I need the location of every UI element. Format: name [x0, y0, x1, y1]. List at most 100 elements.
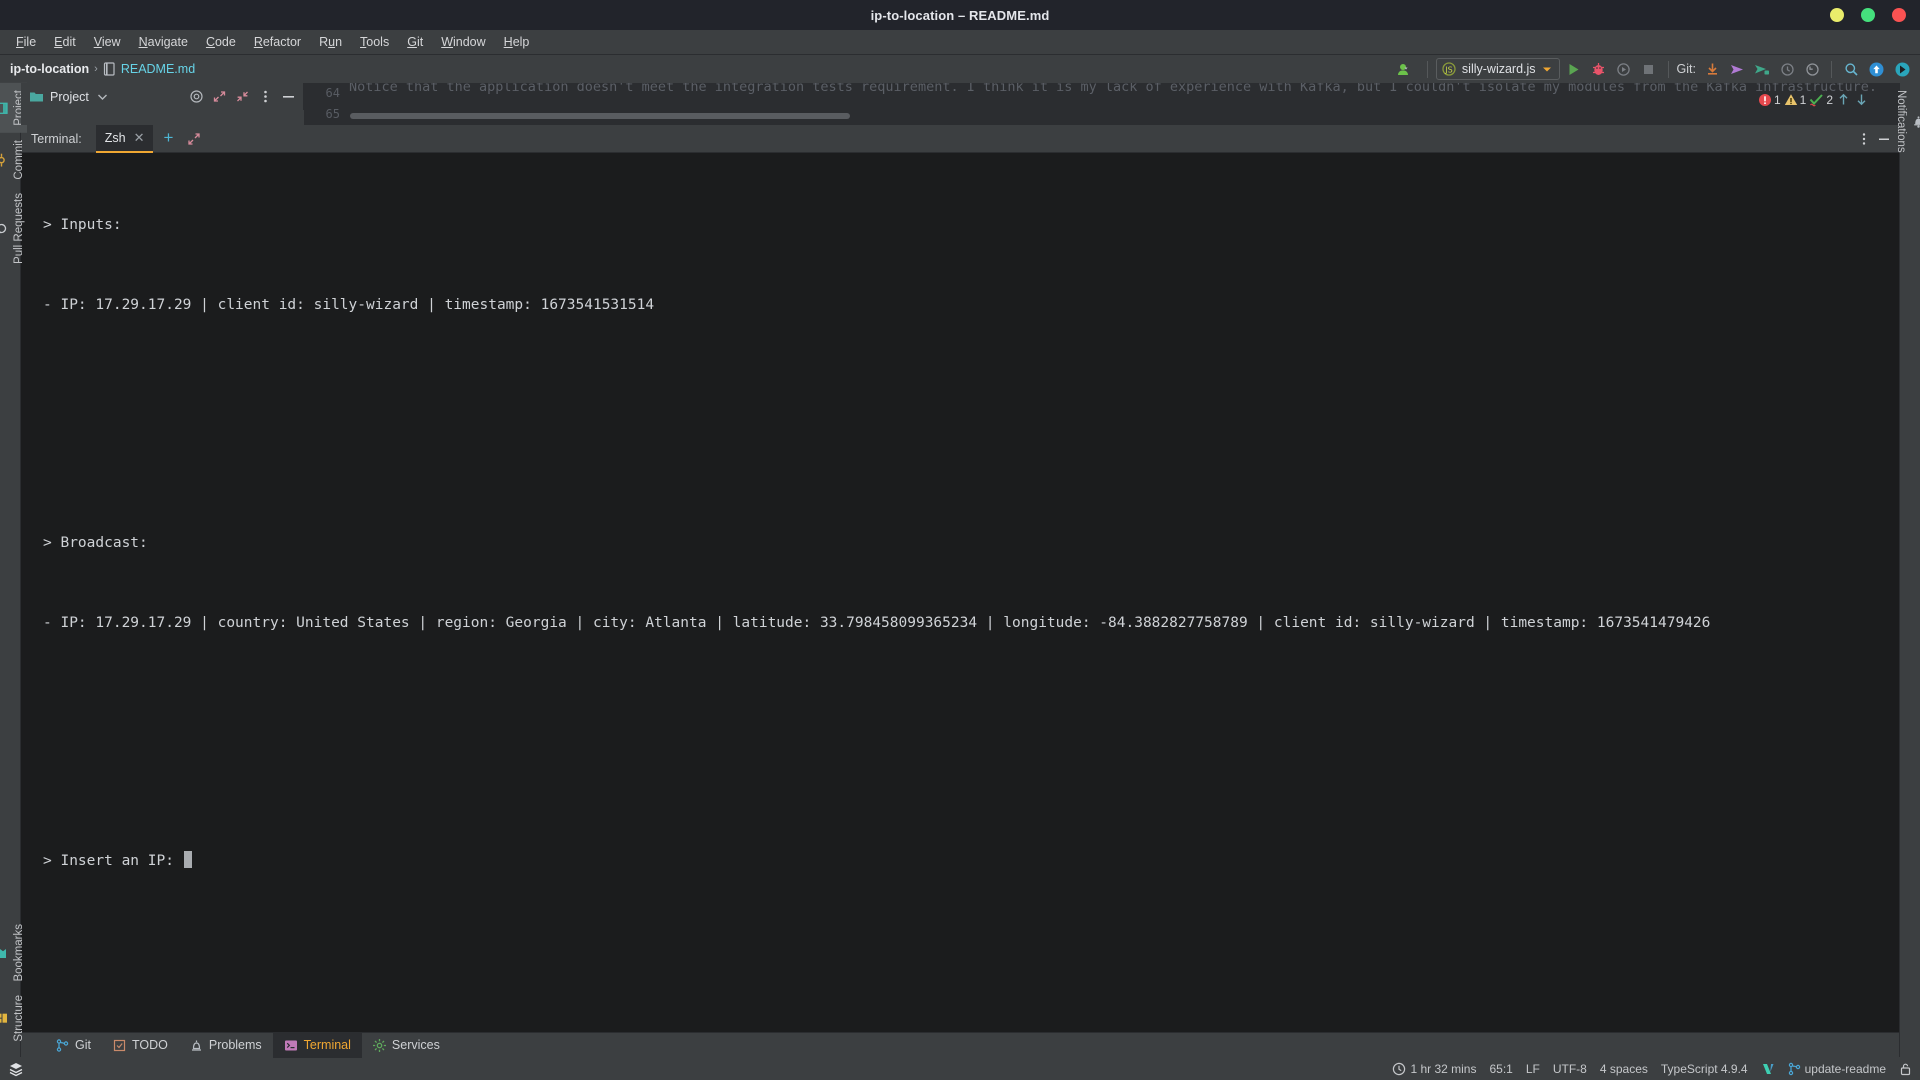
menu-run[interactable]: Run	[310, 32, 351, 52]
search-everywhere-button[interactable]	[1840, 58, 1862, 80]
hide-panel-icon[interactable]	[277, 86, 299, 108]
menu-window[interactable]: Window	[432, 32, 494, 52]
tool-window-problems[interactable]: Problems	[179, 1033, 273, 1058]
javascript-file-icon: JS	[1442, 62, 1456, 76]
user-account-icon[interactable]	[1393, 58, 1419, 80]
layers-icon[interactable]	[8, 1061, 24, 1077]
error-icon	[1758, 93, 1772, 107]
upper-strip: Project 64 65 Notice that the applicatio…	[21, 83, 1899, 125]
file-encoding[interactable]: UTF-8	[1553, 1062, 1587, 1076]
expand-all-icon[interactable]	[208, 86, 230, 108]
indent-setting[interactable]: 4 spaces	[1600, 1062, 1648, 1076]
window-title: ip-to-location – README.md	[870, 7, 1050, 23]
terminal-tab-zsh[interactable]: Zsh ✕	[95, 124, 154, 153]
menu-edit[interactable]: Edit	[45, 32, 85, 52]
maximize-button[interactable]	[1861, 8, 1875, 22]
tool-window-services-label: Services	[391, 1038, 440, 1052]
right-rail-top-group: Notifications	[1893, 83, 1920, 160]
close-button[interactable]	[1892, 8, 1906, 22]
terminal-output[interactable]: > Inputs: - IP: 17.29.17.29 | client id:…	[21, 153, 1899, 1032]
stop-button[interactable]	[1638, 58, 1660, 80]
caret-position[interactable]: 65:1	[1489, 1062, 1512, 1076]
previous-problem-button[interactable]	[1836, 92, 1851, 107]
terminal-prompt-line[interactable]: > Insert an IP:	[43, 848, 1899, 875]
status-bar: 1 hr 32 mins 65:1 LF UTF-8 4 spaces Type…	[0, 1057, 1920, 1080]
editor-text-line: Notice that the application doesn't meet…	[349, 83, 1878, 95]
run-with-coverage-button[interactable]	[1613, 58, 1635, 80]
updates-button[interactable]	[1865, 58, 1888, 80]
minimize-icon[interactable]	[1877, 132, 1891, 146]
git-push-button[interactable]	[1751, 58, 1773, 80]
run-configuration-selector[interactable]: JS silly-wizard.js	[1435, 58, 1560, 80]
sidebar-item-bookmarks-label: Bookmarks	[13, 923, 25, 982]
tool-window-git[interactable]: Git	[45, 1033, 102, 1058]
git-update-project-button[interactable]	[1701, 58, 1723, 80]
menu-help[interactable]: Help	[495, 32, 539, 52]
terminal-cursor	[183, 851, 192, 868]
vcs-branch-widget[interactable]: update-readme	[1788, 1062, 1886, 1076]
options-menu-icon[interactable]	[1857, 132, 1871, 146]
new-terminal-tab-button[interactable]: +	[153, 128, 181, 150]
collapse-all-icon[interactable]	[231, 86, 253, 108]
error-count[interactable]: 1	[1758, 93, 1781, 107]
validation-check-icon[interactable]	[1761, 1062, 1775, 1076]
menu-tools[interactable]: Tools	[351, 32, 398, 52]
ai-assistant-button[interactable]	[1891, 58, 1914, 80]
typo-count[interactable]: 2	[1809, 93, 1833, 107]
tool-window-bar: Git TODO Problems Terminal Services	[21, 1032, 1899, 1058]
navbar-actions: JS silly-wizard.js Git:	[1393, 58, 1914, 80]
time-tracking-widget[interactable]: 1 hr 32 mins	[1392, 1062, 1476, 1076]
sidebar-item-structure[interactable]: Structure	[0, 988, 27, 1049]
horizontal-scrollbar[interactable]	[350, 113, 850, 119]
window-controls	[1830, 0, 1906, 30]
breadcrumb-project[interactable]: ip-to-location	[10, 62, 89, 76]
typo-count-label: 2	[1826, 92, 1833, 107]
warning-count[interactable]: 1	[1784, 93, 1806, 107]
tool-window-terminal[interactable]: Terminal	[272, 1032, 362, 1058]
center-column: Project 64 65 Notice that the applicatio…	[21, 83, 1899, 1058]
sidebar-item-notifications[interactable]: Notifications	[1893, 83, 1920, 160]
menu-view[interactable]: View	[85, 32, 130, 52]
expand-diagonal-icon[interactable]	[181, 132, 207, 146]
menu-git[interactable]: Git	[398, 32, 432, 52]
pull-request-icon	[0, 222, 8, 235]
run-button[interactable]	[1563, 58, 1585, 80]
options-menu-icon[interactable]	[254, 86, 276, 108]
time-tracking-label: 1 hr 32 mins	[1410, 1061, 1477, 1076]
git-commit-button[interactable]	[1726, 58, 1748, 80]
locate-file-icon[interactable]	[185, 86, 207, 108]
project-panel-actions	[185, 86, 299, 108]
menu-navigate[interactable]: Navigate	[130, 32, 197, 52]
minimize-button[interactable]	[1830, 8, 1844, 22]
title-bar: ip-to-location – README.md	[0, 0, 1920, 30]
warning-icon	[1784, 93, 1798, 107]
next-problem-button[interactable]	[1854, 92, 1869, 107]
git-rollback-button[interactable]	[1801, 58, 1823, 80]
navigation-bar: ip-to-location › README.md JS silly-wiza…	[0, 55, 1920, 83]
tool-window-todo[interactable]: TODO	[102, 1033, 179, 1058]
todo-icon	[113, 1039, 126, 1052]
git-branch-icon	[56, 1038, 69, 1052]
tool-window-services[interactable]: Services	[362, 1033, 451, 1058]
chevron-down-icon[interactable]	[97, 93, 108, 101]
debug-button[interactable]	[1588, 58, 1610, 80]
menu-file[interactable]: File	[7, 32, 45, 52]
sidebar-item-pull-requests[interactable]: Pull Requests	[0, 186, 27, 271]
left-rail-bottom-group: Bookmarks Structure	[0, 917, 27, 1057]
line-separator[interactable]: LF	[1526, 1062, 1540, 1076]
sidebar-item-bookmarks[interactable]: Bookmarks	[0, 917, 27, 989]
sidebar-item-commit[interactable]: Commit	[0, 133, 27, 187]
terminal-tab-label: Zsh	[104, 130, 126, 145]
commit-icon	[0, 153, 8, 167]
read-only-lock-icon[interactable]	[1899, 1062, 1912, 1076]
menu-bar: File Edit View Navigate Code Refactor Ru…	[0, 30, 1920, 55]
chevron-down-icon[interactable]	[1542, 66, 1552, 73]
git-history-button[interactable]	[1776, 58, 1798, 80]
error-count-label: 1	[1773, 92, 1781, 107]
close-icon[interactable]: ✕	[134, 130, 145, 146]
menu-code[interactable]: Code	[197, 32, 245, 52]
menu-refactor[interactable]: Refactor	[245, 32, 310, 52]
git-toolbar-label: Git:	[1676, 62, 1696, 76]
breadcrumb-file[interactable]: README.md	[121, 62, 195, 76]
language-version[interactable]: TypeScript 4.9.4	[1661, 1062, 1748, 1076]
